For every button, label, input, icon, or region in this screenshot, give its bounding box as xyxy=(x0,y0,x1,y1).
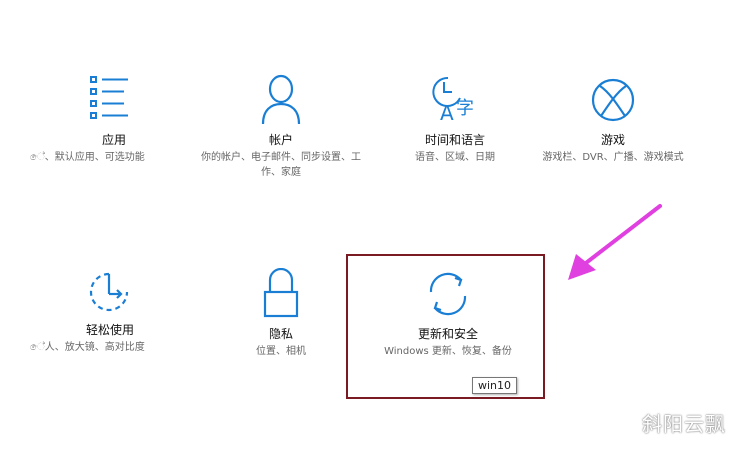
apps-list-icon xyxy=(90,76,128,119)
settings-tile-ease-of-access[interactable]: 轻松使用 ේ人、放大镜、高对比度 xyxy=(30,268,190,355)
tile-title: 轻松使用 xyxy=(85,323,134,337)
tile-title: 游戏 xyxy=(600,133,625,147)
settings-tile-privacy[interactable]: 隐私 位置、相机 xyxy=(196,268,366,359)
tile-description: 语音、区域、日期 xyxy=(415,152,495,163)
lock-icon xyxy=(263,268,299,318)
tile-title: 隐私 xyxy=(268,327,293,341)
time-language-icon: A 字 xyxy=(432,76,474,125)
svg-text:字: 字 xyxy=(456,98,474,119)
user-icon xyxy=(261,74,301,125)
pointer-arrow-icon xyxy=(568,204,662,280)
tile-title: 帐户 xyxy=(268,133,293,147)
settings-tile-apps[interactable]: 应用 ේ、默认应用、可选功能 xyxy=(30,74,190,165)
svg-text:A: A xyxy=(440,101,454,125)
tile-description: ේ人、放大镜、高对比度 xyxy=(30,342,145,353)
settings-tile-accounts[interactable]: 帐户 你的帐户、电子邮件、同步设置、工作、家庭 xyxy=(196,74,366,180)
tile-description: 你的帐户、电子邮件、同步设置、工作、家庭 xyxy=(201,152,361,178)
settings-tile-gaming[interactable]: 游戏 游戏栏、DVR、广播、游戏模式 xyxy=(530,74,696,165)
xbox-icon xyxy=(591,78,635,122)
tooltip: win10 xyxy=(472,377,518,394)
tile-description: 位置、相机 xyxy=(256,346,306,357)
watermark: 斜阳云飘 xyxy=(642,412,726,436)
tile-description: ේ、默认应用、可选功能 xyxy=(30,152,145,163)
tile-title: 时间和语言 xyxy=(424,133,485,147)
tile-description: 游戏栏、DVR、广播、游戏模式 xyxy=(542,152,684,163)
ease-of-access-icon xyxy=(89,272,129,312)
settings-tile-time-language[interactable]: A 字 时间和语言 语音、区域、日期 xyxy=(370,74,540,165)
tile-title: 应用 xyxy=(101,133,126,147)
